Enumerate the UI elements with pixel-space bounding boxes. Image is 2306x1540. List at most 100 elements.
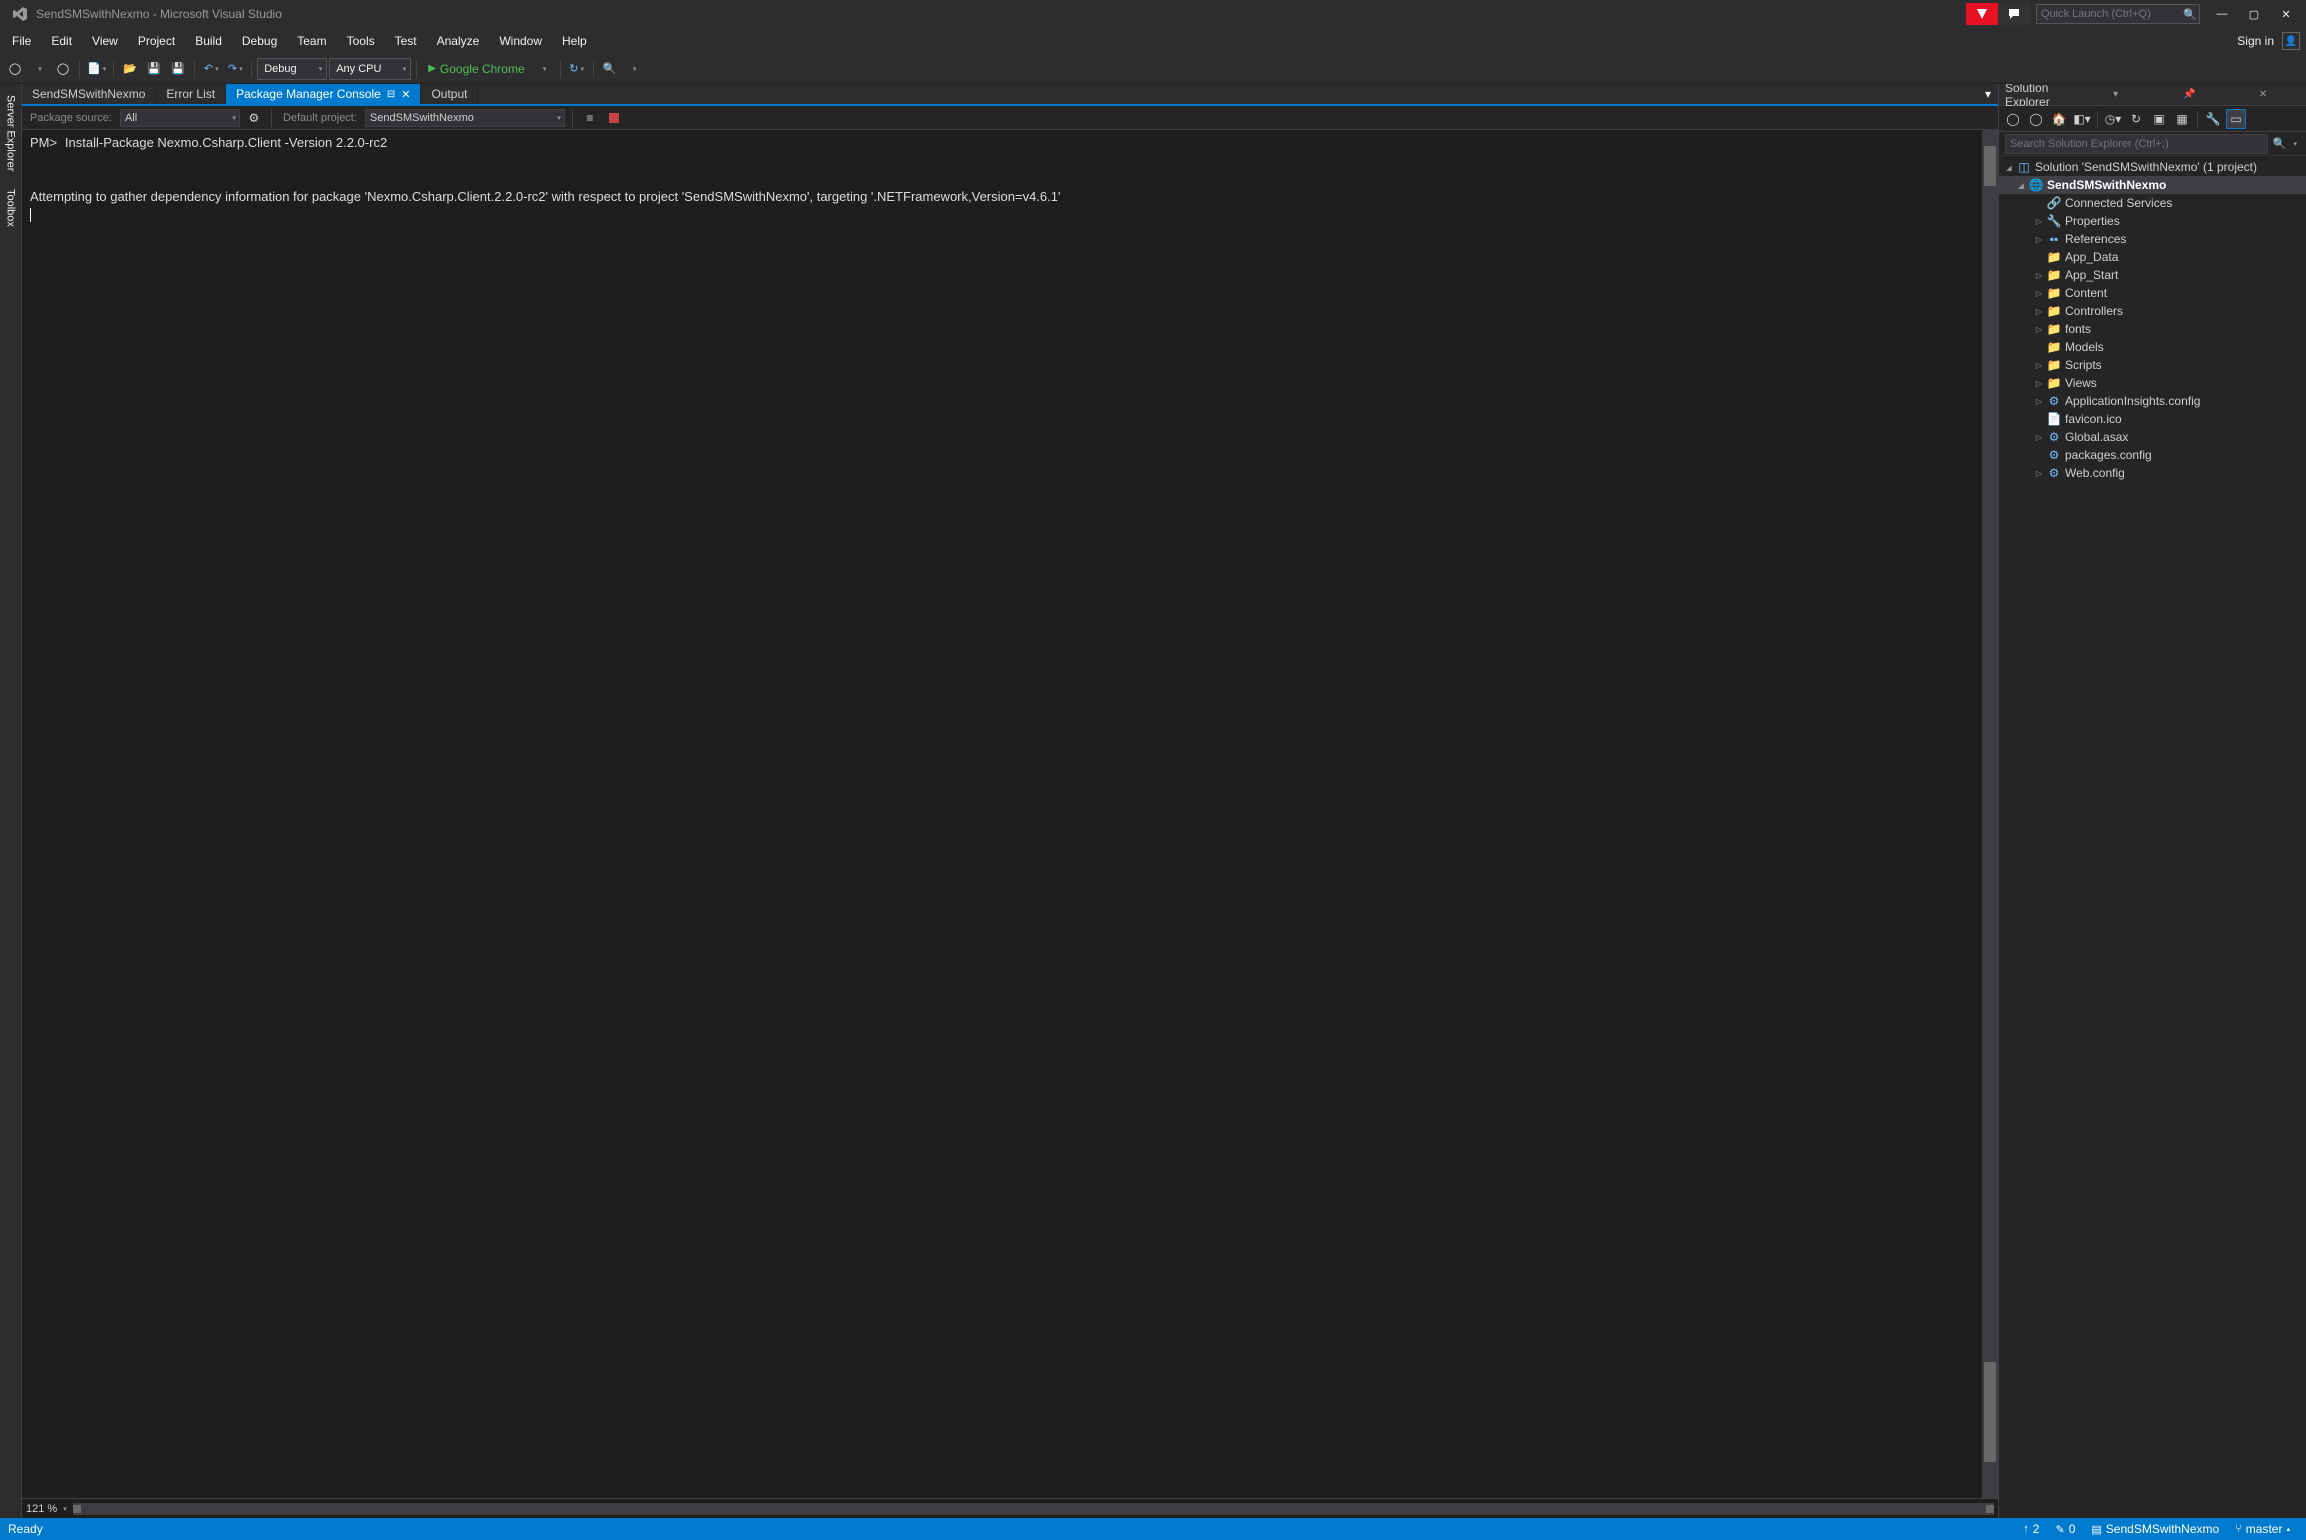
feedback-icon[interactable] bbox=[1998, 3, 2030, 25]
expand-icon[interactable] bbox=[2033, 288, 2045, 298]
tree-item[interactable]: ⚙packages.config bbox=[1999, 446, 2306, 464]
tab-sendsms[interactable]: SendSMSwithNexmo bbox=[22, 84, 156, 104]
package-source-select[interactable]: All bbox=[120, 109, 240, 127]
expand-icon[interactable] bbox=[2033, 324, 2045, 334]
search-input[interactable] bbox=[2005, 134, 2268, 154]
open-file-button[interactable]: 📂 bbox=[119, 58, 141, 80]
close-tab-icon[interactable]: ✕ bbox=[401, 88, 410, 101]
sync-icon[interactable]: ↻ bbox=[2126, 109, 2146, 129]
expand-icon[interactable] bbox=[2033, 432, 2045, 442]
expand-icon[interactable] bbox=[2033, 216, 2045, 226]
tree-item[interactable]: ⚙ApplicationInsights.config bbox=[1999, 392, 2306, 410]
pin-icon[interactable]: 📌 bbox=[2153, 89, 2227, 100]
tree-item[interactable]: 🔗Connected Services bbox=[1999, 194, 2306, 212]
nav-back-dropdown[interactable] bbox=[28, 58, 50, 80]
tree-item[interactable]: 📁Content bbox=[1999, 284, 2306, 302]
avatar[interactable]: 👤 bbox=[2282, 32, 2300, 50]
preview-icon[interactable]: ▭ bbox=[2226, 109, 2246, 129]
search-icon[interactable]: 🔍 bbox=[2268, 137, 2290, 150]
zoom-dropdown-icon[interactable]: ▾ bbox=[63, 1505, 67, 1513]
menu-view[interactable]: View bbox=[82, 30, 128, 52]
expand-icon[interactable] bbox=[2033, 360, 2045, 370]
tab-output[interactable]: Output bbox=[421, 84, 478, 104]
menu-project[interactable]: Project bbox=[128, 30, 185, 52]
tree-item[interactable]: 🔧Properties bbox=[1999, 212, 2306, 230]
collapse-icon[interactable]: ▣ bbox=[2149, 109, 2169, 129]
tree-item[interactable]: 📁App_Start bbox=[1999, 266, 2306, 284]
tab-package-manager-console[interactable]: Package Manager Console ⊟ ✕ bbox=[226, 84, 421, 104]
tabs-overflow-button[interactable]: ▾ bbox=[1978, 84, 1998, 104]
start-dropdown[interactable] bbox=[533, 58, 555, 80]
properties-icon[interactable]: 🔧 bbox=[2203, 109, 2223, 129]
config-select[interactable]: Debug bbox=[257, 58, 327, 80]
nav-forward-button[interactable]: ◯ bbox=[52, 58, 74, 80]
back-icon[interactable]: ◯ bbox=[2003, 109, 2023, 129]
tab-error-list[interactable]: Error List bbox=[156, 84, 226, 104]
expand-icon[interactable] bbox=[2033, 306, 2045, 316]
panel-dropdown-icon[interactable]: ▾ bbox=[2079, 89, 2153, 100]
redo-button[interactable]: ↷ bbox=[224, 58, 246, 80]
solution-tree[interactable]: ◫ Solution 'SendSMSwithNexmo' (1 project… bbox=[1999, 156, 2306, 1518]
expand-icon[interactable] bbox=[2033, 396, 2045, 406]
tree-item[interactable]: 📁Scripts bbox=[1999, 356, 2306, 374]
menu-edit[interactable]: Edit bbox=[41, 30, 82, 52]
changes-status[interactable]: ✎0 bbox=[2047, 1522, 2083, 1536]
search-dropdown-icon[interactable]: ▾ bbox=[2290, 140, 2300, 148]
start-button[interactable]: Google Chrome bbox=[422, 62, 530, 76]
menu-debug[interactable]: Debug bbox=[232, 30, 287, 52]
minimize-button[interactable]: — bbox=[2206, 3, 2238, 25]
horizontal-scrollbar[interactable] bbox=[73, 1503, 1994, 1515]
forward-icon[interactable]: ◯ bbox=[2026, 109, 2046, 129]
project-node[interactable]: 🌐 SendSMSwithNexmo bbox=[1999, 176, 2306, 194]
stop-button[interactable] bbox=[604, 113, 624, 123]
find-in-files-button[interactable]: 🔍 bbox=[599, 58, 621, 80]
close-button[interactable]: ✕ bbox=[2270, 3, 2302, 25]
toolbar-overflow[interactable] bbox=[623, 58, 645, 80]
quick-launch[interactable]: 🔍 bbox=[2036, 4, 2200, 24]
refresh-icon[interactable]: ◷▾ bbox=[2103, 109, 2123, 129]
browser-link-button[interactable]: ↻ bbox=[566, 58, 588, 80]
notifications-icon[interactable] bbox=[1966, 3, 1998, 25]
menu-help[interactable]: Help bbox=[552, 30, 597, 52]
tree-item[interactable]: 📁App_Data bbox=[1999, 248, 2306, 266]
branch-status[interactable]: ⑂master ▴ bbox=[2227, 1522, 2298, 1536]
home-icon[interactable]: 🏠 bbox=[2049, 109, 2069, 129]
tree-item[interactable]: 📁Controllers bbox=[1999, 302, 2306, 320]
tree-item[interactable]: 📁fonts bbox=[1999, 320, 2306, 338]
clear-console-icon[interactable]: ≡ bbox=[580, 111, 600, 125]
undo-button[interactable]: ↶ bbox=[200, 58, 222, 80]
view-icon[interactable]: ◧▾ bbox=[2072, 109, 2092, 129]
save-all-button[interactable]: 💾 bbox=[167, 58, 189, 80]
vertical-scrollbar[interactable] bbox=[1982, 130, 1998, 1498]
menu-team[interactable]: Team bbox=[287, 30, 336, 52]
platform-select[interactable]: Any CPU bbox=[329, 58, 411, 80]
tree-item[interactable]: ⚙Web.config bbox=[1999, 464, 2306, 482]
sign-in-link[interactable]: Sign in bbox=[2229, 34, 2282, 48]
menu-window[interactable]: Window bbox=[489, 30, 552, 52]
save-button[interactable]: 💾 bbox=[143, 58, 165, 80]
nav-back-button[interactable]: ◯ bbox=[4, 58, 26, 80]
search-icon[interactable]: 🔍 bbox=[2183, 8, 2197, 21]
show-all-icon[interactable]: ▦ bbox=[2172, 109, 2192, 129]
new-project-button[interactable]: 📄 bbox=[85, 58, 108, 80]
menu-analyze[interactable]: Analyze bbox=[427, 30, 490, 52]
solution-node[interactable]: ◫ Solution 'SendSMSwithNexmo' (1 project… bbox=[1999, 158, 2306, 176]
server-explorer-tab[interactable]: Server Explorer bbox=[2, 86, 20, 180]
zoom-level[interactable]: 121 % bbox=[26, 1503, 57, 1515]
expand-icon[interactable] bbox=[2033, 270, 2045, 280]
publish-status[interactable]: ↑2 bbox=[2015, 1522, 2047, 1536]
expand-icon[interactable] bbox=[2033, 468, 2045, 478]
menu-build[interactable]: Build bbox=[185, 30, 232, 52]
settings-icon[interactable]: ⚙ bbox=[244, 111, 264, 125]
pin-icon[interactable]: ⊟ bbox=[387, 89, 395, 100]
solution-explorer-search[interactable]: 🔍 ▾ bbox=[1999, 132, 2306, 156]
expand-icon[interactable] bbox=[2033, 234, 2045, 244]
quick-launch-input[interactable] bbox=[2041, 8, 2183, 20]
tree-item[interactable]: ⚙Global.asax bbox=[1999, 428, 2306, 446]
repo-status[interactable]: ▤SendSMSwithNexmo bbox=[2083, 1522, 2227, 1536]
tree-item[interactable]: 📁Models bbox=[1999, 338, 2306, 356]
maximize-button[interactable]: ▢ bbox=[2238, 3, 2270, 25]
menu-test[interactable]: Test bbox=[385, 30, 427, 52]
default-project-select[interactable]: SendSMSwithNexmo bbox=[365, 109, 565, 127]
toolbox-tab[interactable]: Toolbox bbox=[2, 180, 20, 236]
